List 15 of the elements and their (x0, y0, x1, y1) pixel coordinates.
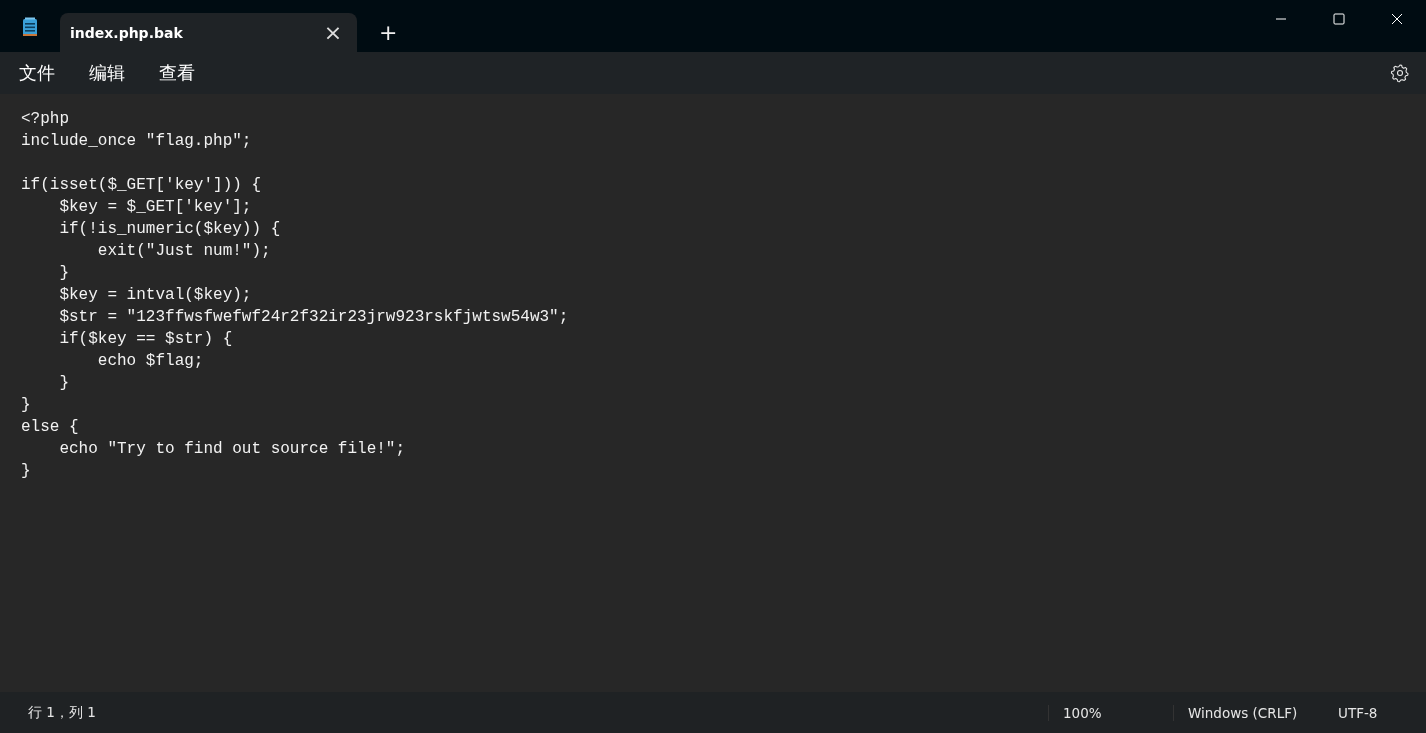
cursor-position: 行 1，列 1 (28, 703, 96, 722)
menu-item[interactable]: 查看 (148, 55, 206, 91)
close-tab-button[interactable]: × (319, 20, 347, 45)
code-text: <?php include_once "flag.php"; if(isset($_GET['key'])) { $key = $_GET['key']; if(!is_numeric($key)) { exit("Just num!"); } $key = intval($key); $str = "123ffwsfwefwf24r2f32ir23jrw923rskfjwtsw54w3"; if($key == $str) { echo $flag; } } else { echo "Try to find out source file!"; } (21, 109, 569, 482)
line-ending: Windows (CRLF) (1173, 704, 1328, 721)
encoding: UTF-8 (1337, 704, 1379, 721)
close-icon (1391, 13, 1403, 25)
notepad-icon (22, 17, 38, 37)
new-tab-button[interactable]: + (373, 16, 404, 48)
maximize-icon (1333, 13, 1345, 25)
menu-item[interactable]: 文件 (8, 55, 66, 91)
file-tab[interactable]: index.php.bak × (60, 13, 357, 52)
settings-icon[interactable] (1390, 63, 1410, 83)
zoom-level: 100% (1048, 704, 1173, 721)
menu-item[interactable]: 编辑 (78, 55, 136, 91)
